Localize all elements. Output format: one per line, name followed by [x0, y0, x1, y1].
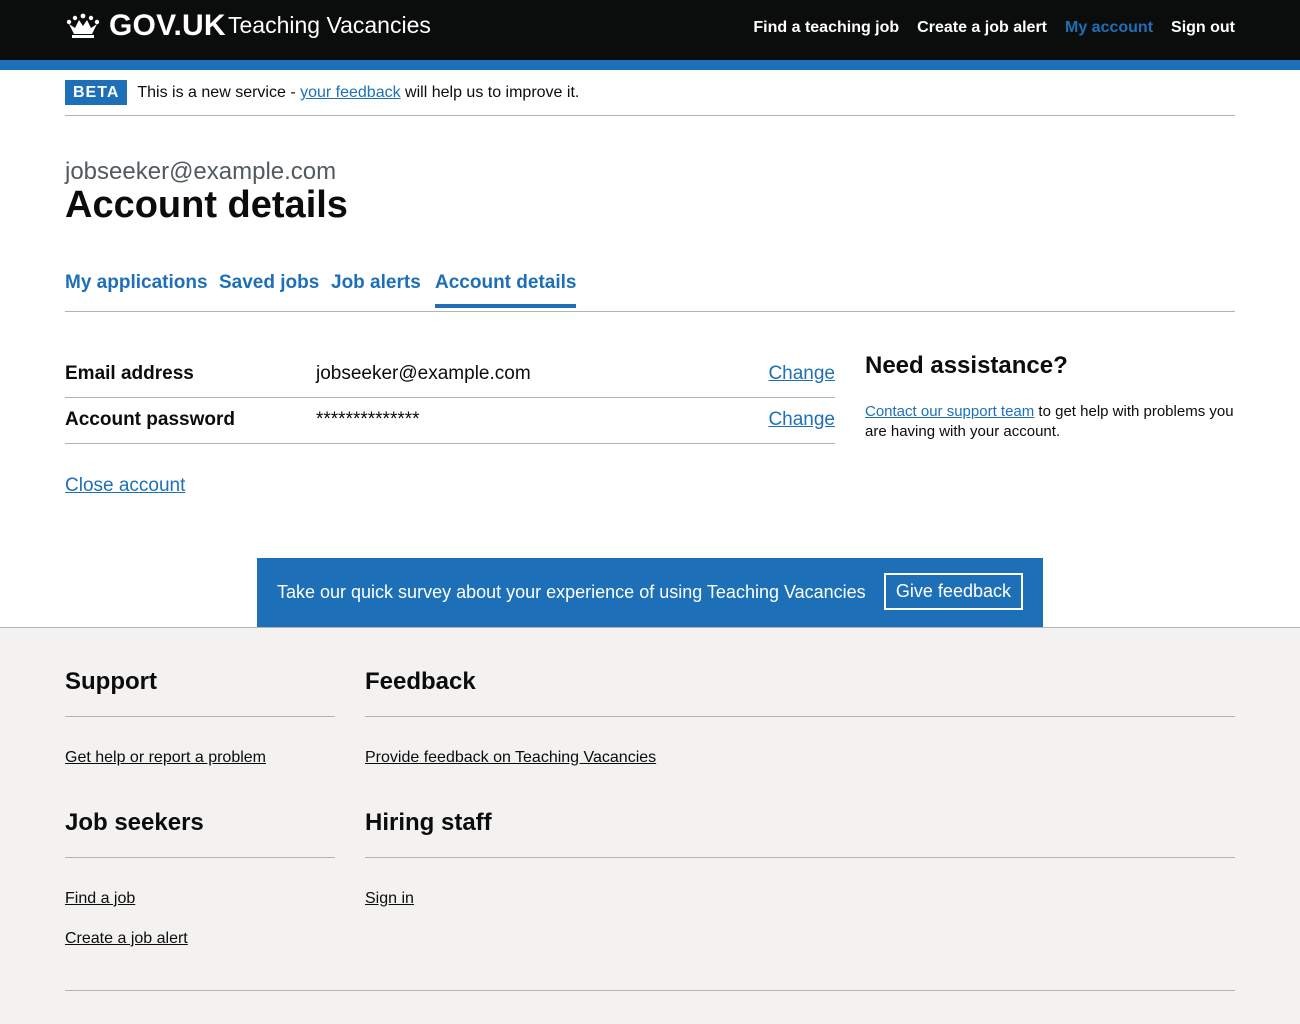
beta-tag: BETA — [65, 80, 128, 105]
header-nav: Find a teaching job Create a job alert M… — [753, 19, 1235, 37]
beta-feedback-link[interactable]: your feedback — [300, 84, 401, 101]
summary-row-email: Email address jobseeker@example.com Chan… — [65, 352, 835, 398]
footer-hiring-staff-title: Hiring staff — [365, 809, 1235, 858]
assistance-text: Contact our support team to get help wit… — [865, 402, 1235, 442]
page-title: Account details — [65, 184, 348, 226]
header-blue-bar — [0, 60, 1300, 70]
summary-value-email: jobseeker@example.com — [316, 363, 531, 384]
summary-key-password: Account password — [65, 409, 235, 430]
close-account-link[interactable]: Close account — [65, 475, 185, 497]
tab-my-applications[interactable]: My applications — [65, 272, 208, 304]
summary-key-email: Email address — [65, 363, 194, 384]
footer-support-title: Support — [65, 668, 335, 717]
change-email-link[interactable]: Change — [768, 363, 835, 385]
change-password-link[interactable]: Change — [768, 409, 835, 431]
survey-text: Take our quick survey about your experie… — [277, 582, 866, 602]
nav-find-teaching-job[interactable]: Find a teaching job — [753, 19, 899, 37]
footer-feedback-title: Feedback — [365, 668, 1235, 717]
beta-banner: BETA This is a new service - your feedba… — [65, 80, 1235, 116]
account-tabs: My applications Saved jobs Job alerts Ac… — [65, 268, 1235, 312]
beta-text: This is a new service - your feedback wi… — [137, 80, 579, 105]
tab-job-alerts[interactable]: Job alerts — [331, 272, 421, 304]
summary-row-password: Account password ************** Change — [65, 398, 835, 444]
service-name-link[interactable]: Teaching Vacancies — [228, 12, 431, 39]
survey-banner: Take our quick survey about your experie… — [257, 558, 1043, 627]
tab-saved-jobs[interactable]: Saved jobs — [219, 272, 319, 304]
summary-value-password: ************** — [316, 409, 420, 430]
footer-support: Support Get help or report a problem — [65, 668, 335, 787]
site-header: GOV.UK Teaching Vacancies Find a teachin… — [0, 0, 1300, 60]
footer-hiring-staff: Hiring staff Sign in — [365, 809, 1235, 928]
footer-link-sign-in[interactable]: Sign in — [365, 890, 414, 907]
footer-job-seekers-title: Job seekers — [65, 809, 335, 858]
footer-link-get-help[interactable]: Get help or report a problem — [65, 749, 266, 766]
page-caption: jobseeker@example.com — [65, 158, 337, 185]
account-summary-list: Email address jobseeker@example.com Chan… — [65, 352, 835, 444]
nav-sign-out[interactable]: Sign out — [1171, 19, 1235, 37]
footer-link-provide-feedback[interactable]: Provide feedback on Teaching Vacancies — [365, 749, 656, 766]
logo-text: GOV.UK — [109, 9, 226, 42]
footer-link-create-job-alert[interactable]: Create a job alert — [65, 930, 188, 947]
contact-support-link[interactable]: Contact our support team — [865, 403, 1034, 420]
footer-divider — [65, 990, 1235, 991]
beta-text-after: will help us to improve it. — [400, 84, 580, 101]
nav-my-account[interactable]: My account — [1065, 19, 1153, 37]
beta-text-before: This is a new service - — [137, 84, 301, 101]
give-feedback-button[interactable]: Give feedback — [883, 573, 1023, 610]
site-footer: Support Get help or report a problem Fee… — [0, 627, 1300, 1024]
footer-link-find-job[interactable]: Find a job — [65, 890, 135, 907]
footer-feedback: Feedback Provide feedback on Teaching Va… — [365, 668, 1235, 787]
govuk-logo-link[interactable]: GOV.UK — [65, 8, 226, 44]
assistance-title: Need assistance? — [865, 352, 1068, 379]
tab-account-details[interactable]: Account details — [435, 272, 577, 308]
crown-icon — [65, 12, 101, 40]
footer-job-seekers: Job seekers Find a job Create a job aler… — [65, 809, 335, 968]
nav-create-job-alert[interactable]: Create a job alert — [917, 19, 1047, 37]
